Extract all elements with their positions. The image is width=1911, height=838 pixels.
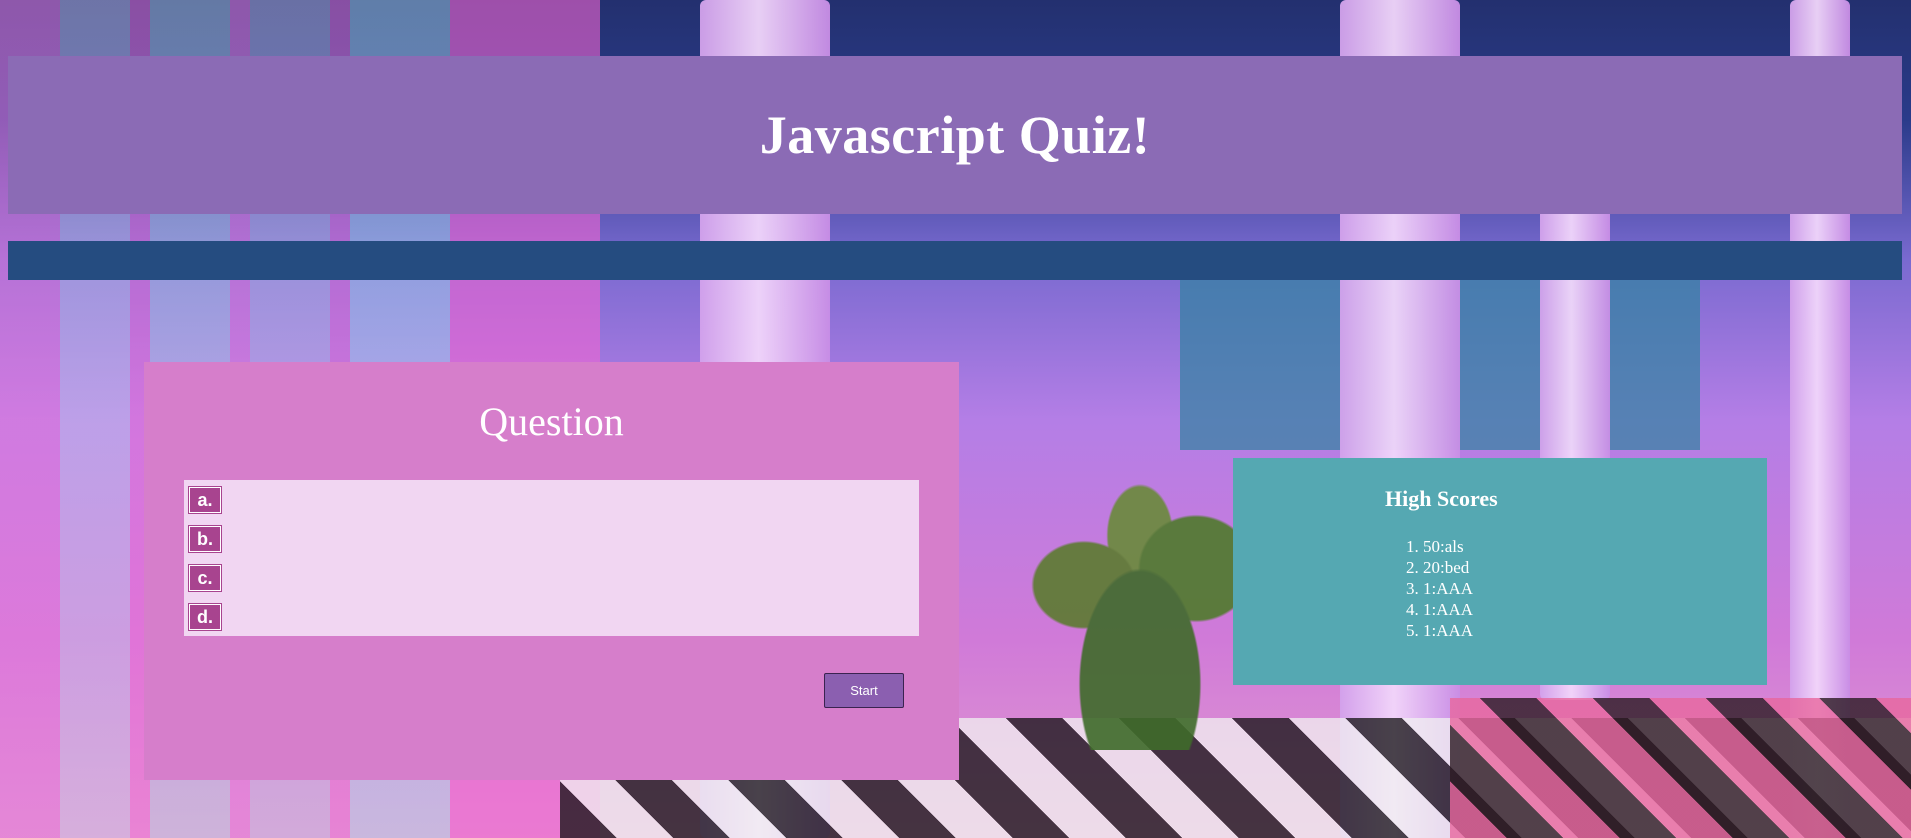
answer-label-d: d. xyxy=(189,604,221,630)
status-bar xyxy=(8,241,1902,280)
answer-option-b[interactable]: b. xyxy=(189,524,909,554)
answer-label-b: b. xyxy=(189,526,221,552)
answer-option-d[interactable]: d. xyxy=(189,602,909,632)
page-header: Javascript Quiz! xyxy=(8,56,1902,214)
page-title: Javascript Quiz! xyxy=(759,105,1151,165)
high-scores-list: 50:als 20:bed 1:AAA 1:AAA 1:AAA xyxy=(1403,536,1473,641)
start-button[interactable]: Start xyxy=(824,673,904,708)
high-scores-title: High Scores xyxy=(1385,486,1498,511)
high-scores-panel: High Scores 50:als 20:bed 1:AAA 1:AAA 1:… xyxy=(1233,458,1767,685)
answer-option-a[interactable]: a. xyxy=(189,485,909,515)
answer-label-c: c. xyxy=(189,565,221,591)
high-score-entry: 20:bed xyxy=(1423,557,1473,578)
high-score-entry: 1:AAA xyxy=(1423,620,1473,641)
answer-list: a. b. c. d. xyxy=(184,480,919,636)
quiz-panel: Question a. b. c. d. Start xyxy=(144,362,959,780)
pink-checkered-floor xyxy=(1450,698,1911,838)
high-score-entry: 1:AAA xyxy=(1423,578,1473,599)
question-text: Question xyxy=(479,399,624,444)
answer-label-a: a. xyxy=(189,487,221,513)
high-score-entry: 50:als xyxy=(1423,536,1473,557)
high-score-entry: 1:AAA xyxy=(1423,599,1473,620)
answer-option-c[interactable]: c. xyxy=(189,563,909,593)
background-wall xyxy=(1180,250,1700,450)
